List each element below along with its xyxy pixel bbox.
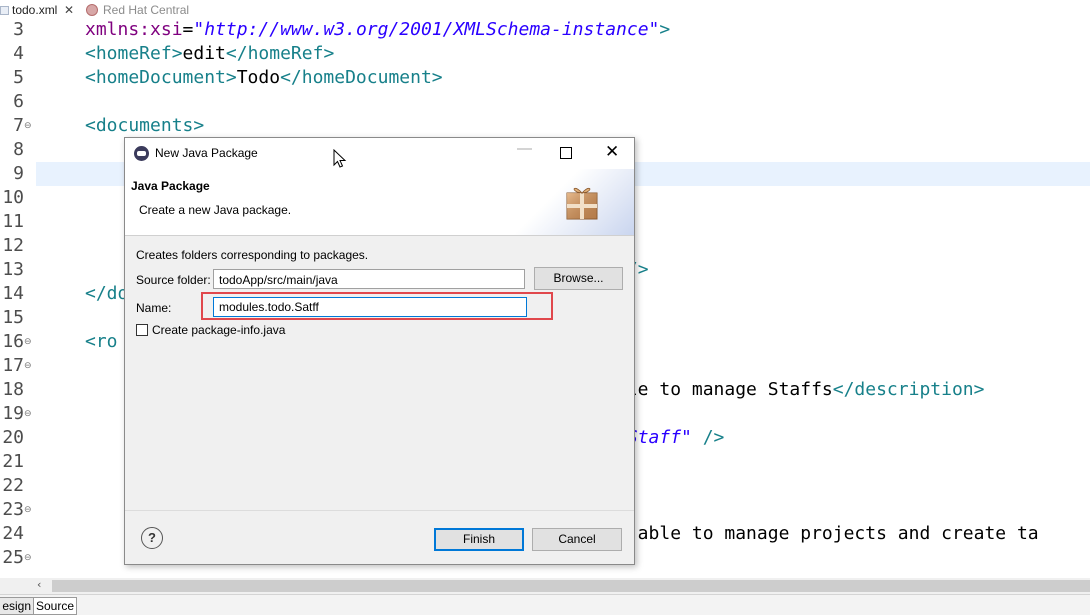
code-text: <documents> — [85, 115, 205, 136]
line-number: 17 — [2, 355, 24, 376]
fold-toggle-icon[interactable]: ⊖ — [24, 553, 32, 563]
fold-toggle-icon[interactable]: ⊖ — [24, 361, 32, 371]
scroll-left-icon[interactable]: ‹ — [37, 578, 41, 591]
header-description: Create a new Java package. — [139, 203, 292, 217]
tab-red-hat-central[interactable]: Red Hat Central — [84, 0, 204, 20]
editor-tab-bar: todo.xml ✕ Red Hat Central — [0, 0, 1090, 20]
line-number: 16 — [2, 331, 24, 352]
browse-button[interactable]: Browse... — [534, 267, 623, 290]
line-number: 23 — [2, 499, 24, 520]
eclipse-icon — [134, 146, 149, 161]
line-number: 21 — [2, 451, 24, 472]
name-label: Name: — [136, 301, 172, 315]
dialog-title-bar[interactable]: New Java Package — ✕ — [125, 138, 634, 169]
header-title: Java Package — [131, 179, 210, 193]
line-number: 5 — [13, 67, 24, 88]
finish-button[interactable]: Finish — [434, 528, 524, 551]
new-java-package-dialog: New Java Package — ✕ Java Package Create… — [124, 137, 635, 565]
cancel-button[interactable]: Cancel — [532, 528, 622, 551]
scrollbar-thumb[interactable] — [52, 580, 1090, 592]
code-line[interactable]: 7 ⊖ <documents> — [0, 114, 1090, 138]
tab-design[interactable]: esign — [0, 597, 34, 615]
dialog-title: New Java Package — [155, 146, 258, 160]
line-number: 10 — [2, 187, 24, 208]
line-number: 18 — [2, 379, 24, 400]
close-tab-icon[interactable]: ✕ — [64, 3, 74, 17]
code-text: <homeDocument>Todo</homeDocument> — [85, 67, 443, 88]
code-text: <homeRef>edit</homeRef> — [85, 43, 335, 64]
line-number: 7 — [13, 115, 24, 136]
line-number: 20 — [2, 427, 24, 448]
line-number: 13 — [2, 259, 24, 280]
line-number: 19 — [2, 403, 24, 424]
horizontal-scrollbar[interactable]: ‹ — [0, 578, 1090, 594]
fold-toggle-icon[interactable]: ⊖ — [24, 409, 32, 419]
tab-label: Red Hat Central — [103, 3, 190, 17]
red-hat-icon — [86, 4, 98, 16]
code-line[interactable]: 4 <homeRef>edit</homeRef> — [0, 42, 1090, 66]
source-folder-label: Source folder: — [136, 273, 211, 287]
code-text: </do — [85, 283, 129, 304]
line-number: 8 — [13, 139, 24, 160]
line-number: 25 — [2, 547, 24, 568]
footer-divider — [125, 510, 634, 511]
source-folder-input[interactable]: todoApp/src/main/java — [213, 269, 525, 289]
fold-toggle-icon[interactable]: ⊖ — [24, 337, 32, 347]
line-number: 14 — [2, 283, 24, 304]
package-icon — [566, 187, 598, 220]
tab-todo-xml[interactable]: todo.xml ✕ — [0, 0, 80, 20]
maximize-button[interactable] — [560, 147, 572, 159]
mouse-cursor-icon — [333, 149, 347, 168]
code-line[interactable]: 6 — [0, 90, 1090, 114]
line-number: 22 — [2, 475, 24, 496]
code-text: xmlns:xsi="http://www.w3.org/2001/XMLSch… — [85, 20, 671, 40]
line-number: 6 — [13, 91, 24, 112]
dialog-header: Java Package Create a new Java package. — [125, 169, 634, 236]
dialog-message: Creates folders corresponding to package… — [136, 248, 369, 262]
tab-source[interactable]: Source — [33, 597, 78, 615]
code-line[interactable]: 3 xmlns:xsi="http://www.w3.org/2001/XMLSc… — [0, 20, 1090, 42]
xml-file-icon — [0, 5, 9, 15]
create-package-info-checkbox[interactable] — [136, 324, 148, 336]
code-line[interactable]: 5 <homeDocument>Todo</homeDocument> — [0, 66, 1090, 90]
close-button[interactable]: ✕ — [605, 142, 619, 162]
line-number: 11 — [2, 211, 24, 232]
code-text: <ro — [85, 331, 118, 352]
line-number: 15 — [2, 307, 24, 328]
create-package-info-label[interactable]: Create package-info.java — [152, 323, 285, 337]
tab-label: todo.xml — [12, 3, 58, 17]
line-number: 9 — [13, 163, 24, 184]
package-name-input[interactable]: modules.todo.Satff — [213, 297, 527, 317]
line-number: 4 — [13, 43, 24, 64]
help-icon[interactable]: ? — [141, 527, 163, 549]
minimize-button[interactable]: — — [517, 140, 532, 157]
editor-mode-tabs: esign Source — [0, 594, 1090, 615]
line-number: 3 — [13, 20, 24, 40]
line-number: 12 — [2, 235, 24, 256]
line-number: 24 — [2, 523, 24, 544]
fold-toggle-icon[interactable]: ⊖ — [24, 121, 32, 131]
fold-toggle-icon[interactable]: ⊖ — [24, 505, 32, 515]
